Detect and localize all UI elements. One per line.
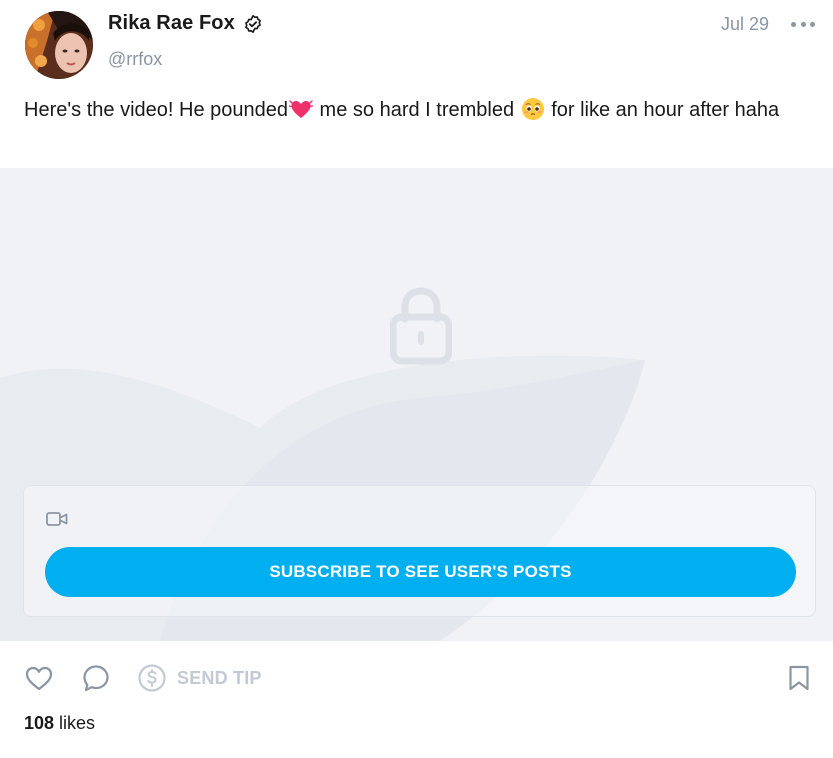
avatar-image <box>25 11 93 79</box>
comment-button[interactable] <box>81 658 111 698</box>
subscribe-button[interactable]: SUBSCRIBE TO SEE USER'S POSTS <box>45 547 796 597</box>
likes-number: 108 <box>24 713 55 733</box>
post-card: Rika Rae Fox @rrfox Jul 29 Here's the vi… <box>0 0 833 758</box>
heart-icon <box>25 666 53 691</box>
bookmark-icon <box>789 665 809 691</box>
dollar-circle-icon <box>138 664 166 692</box>
subscribe-panel: SUBSCRIBE TO SEE USER'S POSTS <box>23 485 816 617</box>
post-date[interactable]: Jul 29 <box>721 14 769 35</box>
like-button[interactable] <box>24 658 54 698</box>
comment-icon <box>83 665 109 692</box>
send-tip-label: SEND TIP <box>177 667 262 688</box>
video-camera-icon <box>46 512 68 526</box>
avatar[interactable] <box>25 11 93 79</box>
post-text-part-1: Here's the video! He pounded <box>24 99 288 121</box>
send-tip-button[interactable]: SEND TIP <box>137 658 262 698</box>
more-options-icon[interactable] <box>791 14 815 34</box>
locked-media: SUBSCRIBE TO SEE USER'S POSTS <box>0 168 833 641</box>
pleading-face-icon <box>521 98 544 120</box>
post-actions: SEND TIP <box>0 658 833 698</box>
author-handle[interactable]: @rrfox <box>108 49 162 70</box>
post-text-part-3: for like an hour after haha <box>545 99 780 121</box>
author-display-name[interactable]: Rika Rae Fox <box>108 12 235 35</box>
bookmark-button[interactable] <box>784 658 814 698</box>
verified-badge-icon <box>244 14 261 33</box>
likes-label: likes <box>54 713 96 733</box>
heart-with-lines-icon <box>289 100 313 118</box>
post-text: Here's the video! He pounded me so hard … <box>24 94 814 127</box>
lock-icon <box>390 287 452 365</box>
post-text-part-2: me so hard I trembled <box>314 99 520 121</box>
likes-count[interactable]: 108 likes <box>24 713 95 734</box>
author-name-row: Rika Rae Fox <box>108 12 263 35</box>
